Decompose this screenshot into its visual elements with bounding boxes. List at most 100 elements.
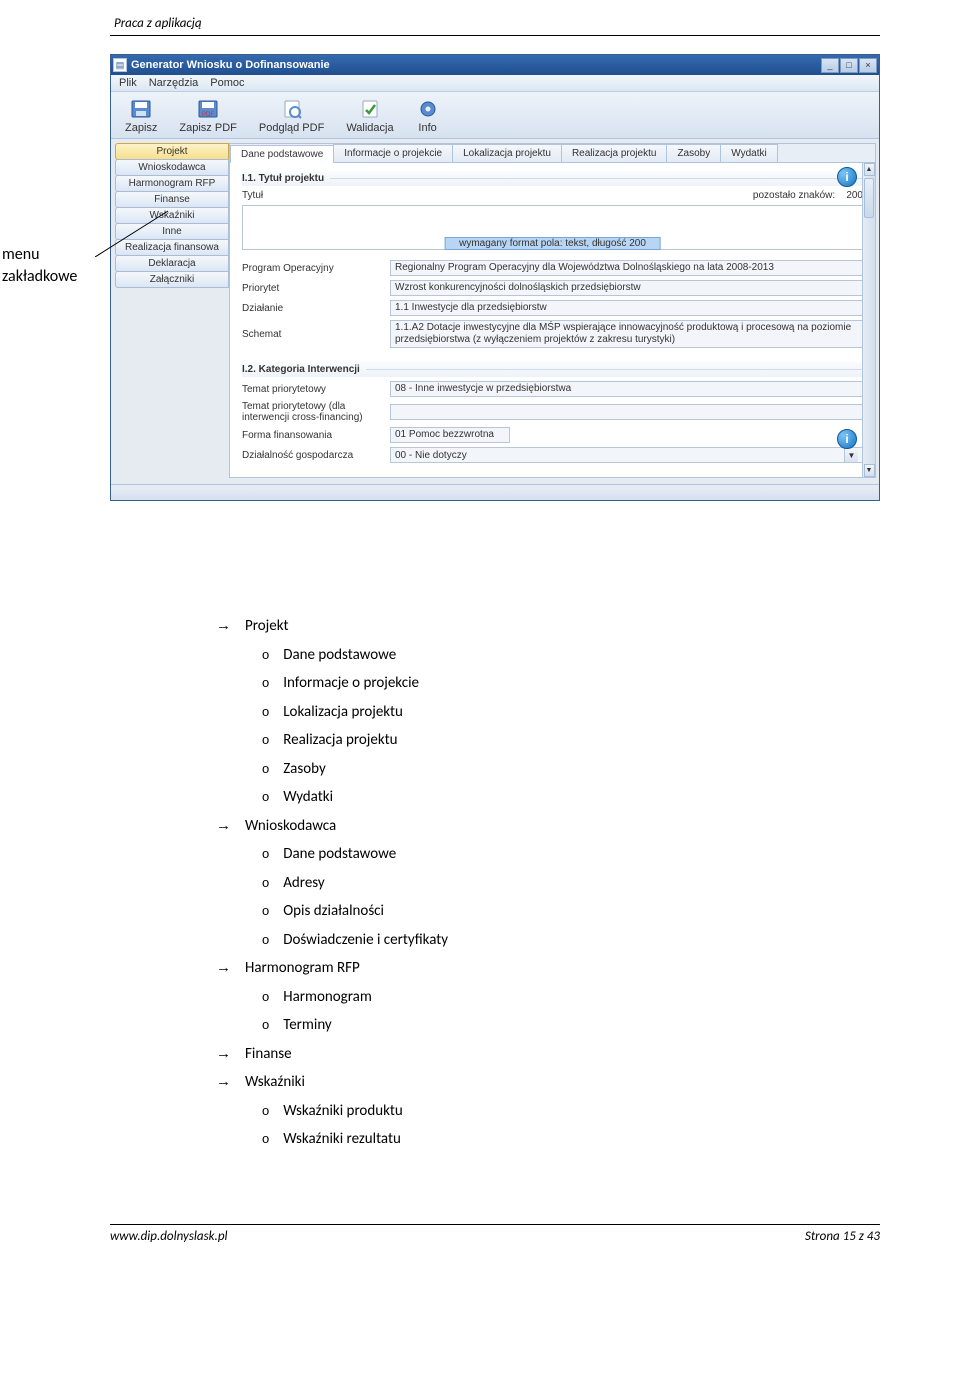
field-dzialalnosc[interactable]: 00 - Nie dotyczy ▼ [390, 447, 863, 463]
toolbar-zapisz-pdf[interactable]: PDF Zapisz PDF [179, 98, 236, 134]
toolbar: Zapisz PDF Zapisz PDF Podgląd PDF [111, 92, 879, 139]
label-tytul: Tytuł [242, 190, 382, 201]
row-temat-priorytetowy: Temat priorytetowy 08 - Inne inwestycje … [242, 381, 863, 397]
sidebar-item-harmonogram[interactable]: Harmonogram RFP [115, 175, 229, 192]
row-temat-cross: Temat priorytetowy (dla interwencji cros… [242, 401, 863, 423]
sidebar-item-realizacja[interactable]: Realizacja finansowa [115, 239, 229, 256]
sidebar-item-projekt[interactable]: Projekt [115, 143, 229, 160]
arrow-icon: → [216, 1040, 231, 1069]
sidebar-item-wskazniki[interactable]: Wskaźniki [115, 207, 229, 224]
app-window: ▤ Generator Wniosku o Dofinansowanie _ □… [110, 54, 880, 501]
menu-pomoc[interactable]: Pomoc [210, 77, 244, 89]
field-dzialanie[interactable]: 1.1 Inwestycje dla przedsiębiorstw [390, 300, 863, 316]
toolbar-info[interactable]: Info [416, 98, 440, 134]
outline-item: oDane podstawowe [216, 641, 880, 670]
bullet-icon: o [262, 671, 269, 696]
outline-item: oWskaźniki produktu [216, 1097, 880, 1126]
footer-rule [110, 1224, 880, 1225]
tab-zasoby[interactable]: Zasoby [666, 144, 721, 162]
sidebar-item-finanse[interactable]: Finanse [115, 191, 229, 208]
toolbar-zapisz[interactable]: Zapisz [125, 98, 157, 134]
section-2-heading-text: I.2. Kategoria Interwencji [242, 364, 360, 375]
outline-item-text: Dane podstawowe [283, 840, 396, 869]
label-forma: Forma finansowania [242, 430, 382, 441]
row-forma: Forma finansowania 01 Pomoc bezzwrotna [242, 427, 863, 443]
bullet-icon: o [262, 842, 269, 867]
field-temat[interactable]: 08 - Inne inwestycje w przedsiębiorstwa [390, 381, 863, 397]
minimize-button[interactable]: _ [821, 58, 839, 73]
field-dzialalnosc-value: 00 - Nie dotyczy [395, 450, 467, 461]
outline-item-text: Wydatki [283, 783, 333, 812]
outline-heading: → Finanse [216, 1040, 880, 1069]
outline-item: oLokalizacja projektu [216, 698, 880, 727]
outline-item-text: Informacje o projekcie [283, 669, 419, 698]
remaining-prefix: pozostało znaków: [753, 190, 835, 201]
field-temat-cross[interactable] [390, 404, 863, 420]
sidebar-item-wnioskodawca[interactable]: Wnioskodawca [115, 159, 229, 176]
scroll-track[interactable] [863, 176, 875, 464]
page-footer: www.dip.dolnyslask.pl Strona 15 z 43 [110, 1224, 880, 1244]
sidebar-item-inne[interactable]: Inne [115, 223, 229, 240]
field-forma[interactable]: 01 Pomoc bezzwrotna [390, 427, 510, 443]
bullet-icon: o [262, 871, 269, 896]
close-button[interactable]: × [859, 58, 877, 73]
outline-item-text: Wskaźniki produktu [283, 1097, 403, 1126]
toolbar-podglad-pdf[interactable]: Podgląd PDF [259, 98, 324, 134]
arrow-icon: → [216, 612, 231, 641]
label-priorytet: Priorytet [242, 283, 382, 294]
outline-item-text: Opis działalności [283, 897, 384, 926]
label-schemat: Schemat [242, 329, 382, 340]
info-icon[interactable]: i [837, 429, 857, 449]
toolbar-podglad-pdf-label: Podgląd PDF [259, 122, 324, 134]
divider [330, 178, 863, 179]
outline-item-text: Wskaźniki rezultatu [283, 1125, 401, 1154]
info-icon[interactable]: i [837, 167, 857, 187]
field-priorytet[interactable]: Wzrost konkurencyjności dolnośląskich pr… [390, 280, 863, 296]
menu-plik[interactable]: Plik [119, 77, 137, 89]
tab-realizacja[interactable]: Realizacja projektu [561, 144, 668, 162]
outline-item: o Harmonogram [216, 983, 880, 1012]
remaining-value: 200 [846, 190, 863, 201]
outline-heading: →Wskaźniki [216, 1068, 880, 1097]
bullet-icon: o [262, 985, 269, 1010]
outline-item: o Dane podstawowe [216, 840, 880, 869]
scroll-down-button[interactable]: ▼ [864, 464, 875, 477]
preview-pdf-icon [280, 98, 304, 120]
toolbar-walidacja[interactable]: Walidacja [346, 98, 393, 134]
outline-item: o Wydatki [216, 783, 880, 812]
scroll-up-button[interactable]: ▲ [864, 163, 875, 176]
sidebar: Projekt Wnioskodawca Harmonogram RFP Fin… [111, 139, 229, 484]
tab-informacje[interactable]: Informacje o projekcie [333, 144, 453, 162]
row-priorytet: Priorytet Wzrost konkurencyjności dolnoś… [242, 280, 863, 296]
toolbar-walidacja-label: Walidacja [346, 122, 393, 134]
outline-heading-text: Projekt [245, 612, 288, 641]
arrow-icon: → [216, 954, 231, 983]
label-dzialalnosc: Działalność gospodarcza [242, 450, 382, 461]
outline-item: oDoświadczenie i certyfikaty [216, 926, 880, 955]
form-pane: i i I.1. Tytuł projektu Tytuł pozostało … [230, 163, 875, 477]
tab-dane-podstawowe[interactable]: Dane podstawowe [230, 145, 334, 163]
window-titlebar: ▤ Generator Wniosku o Dofinansowanie _ □… [111, 55, 879, 75]
outline-item: oTerminy [216, 1011, 880, 1040]
menu-narzedzia[interactable]: Narzędzia [149, 77, 199, 89]
outline-item: oWskaźniki rezultatu [216, 1125, 880, 1154]
bullet-icon: o [262, 728, 269, 753]
vertical-scrollbar[interactable]: ▲ ▼ [862, 163, 875, 477]
maximize-button[interactable]: □ [840, 58, 858, 73]
outline-item: oAdresy [216, 869, 880, 898]
outline-item-text: Harmonogram [283, 983, 372, 1012]
tab-lokalizacja[interactable]: Lokalizacja projektu [452, 144, 562, 162]
outline-heading: →Harmonogram RFP [216, 954, 880, 983]
sidebar-item-deklaracja[interactable]: Deklaracja [115, 255, 229, 272]
tytul-textarea[interactable]: wymagany format pola: tekst, długość 200 [242, 205, 863, 250]
sidebar-item-zalaczniki[interactable]: Załączniki [115, 271, 229, 288]
tab-wydatki[interactable]: Wydatki [720, 144, 777, 162]
label-temat-cross: Temat priorytetowy (dla interwencji cros… [242, 401, 382, 423]
field-schemat[interactable]: 1.1.A2 Dotacje inwestycyjne dla MŚP wspi… [390, 320, 863, 348]
scroll-thumb[interactable] [864, 178, 874, 218]
outline-heading-text: Finanse [245, 1040, 292, 1069]
field-program[interactable]: Regionalny Program Operacyjny dla Wojewó… [390, 260, 863, 276]
outline-item-text: Doświadczenie i certyfikaty [283, 926, 448, 955]
bullet-icon: o [262, 785, 269, 810]
toolbar-zapisz-pdf-label: Zapisz PDF [179, 122, 236, 134]
